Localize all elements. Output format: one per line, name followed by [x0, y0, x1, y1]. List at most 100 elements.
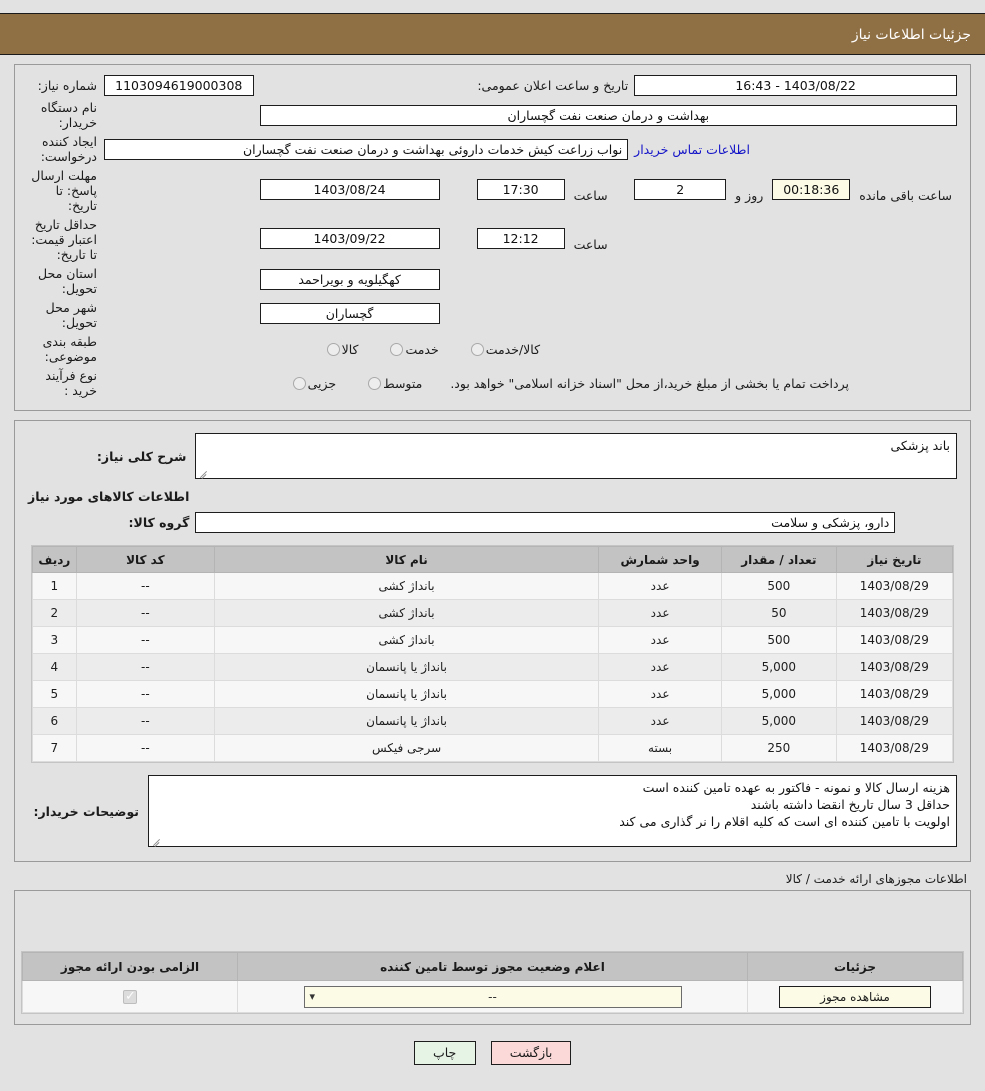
- deadline-hour-label: ساعت: [573, 187, 608, 203]
- category-option-0[interactable]: کالا: [325, 341, 359, 357]
- general-description-textarea[interactable]: باند پزشکی: [195, 433, 957, 479]
- table-row: 1403/08/29 500 عدد بانداژ کشی -- 1: [32, 572, 954, 600]
- cell-spacer-11: [101, 298, 257, 332]
- col-license-required: الزامی بودن ارائه مجوز: [22, 952, 238, 981]
- cell-goods-name: بانداژ یا پانسمان: [213, 653, 600, 681]
- chevron-down-icon: ▾: [309, 989, 316, 1003]
- row-province: کهگیلویه و بویراحمد استان محل تحویل:: [25, 264, 960, 298]
- goods-table-header-row: تاریخ نیاز تعداد / مقدار واحد شمارش نام …: [32, 546, 954, 573]
- days-label: روز و: [735, 187, 764, 203]
- cell-need-number-value: 1103094619000308: [101, 73, 257, 98]
- cell-goods-name: بانداژ کشی: [213, 626, 600, 654]
- cell-city-value: گچساران: [257, 298, 474, 332]
- buyer-notes-textarea[interactable]: هزینه ارسال کالا و نمونه - فاکتور به عهد…: [148, 775, 957, 847]
- cell-goods-group-value: دارو، پزشکی و سلامت: [192, 506, 960, 535]
- category-radio-1[interactable]: [390, 342, 404, 356]
- buyer-org-label: نام دستگاه خریدار:: [40, 100, 97, 130]
- table-row: 1403/08/29 50 عدد بانداژ کشی -- 2: [32, 599, 954, 627]
- announce-label: تاریخ و ساعت اعلان عمومی:: [477, 78, 629, 93]
- license-row: مشاهده مجوز ▾ --: [22, 980, 963, 1013]
- cell-row-index: 2: [32, 599, 77, 627]
- cell-deadline-date: 1403/08/24: [257, 166, 474, 215]
- cell-row-index: 6: [32, 707, 77, 735]
- row-general-desc: باند پزشکی شرح کلی نیاز:: [25, 431, 960, 481]
- cell-spacer-7: [474, 264, 632, 298]
- resize-handle-icon[interactable]: [198, 467, 208, 477]
- license-required-cell: [22, 980, 238, 1013]
- cell-spacer-2: [101, 98, 257, 132]
- process-option-0-label: جزیی: [307, 375, 337, 391]
- row-buyer-notes: هزینه ارسال کالا و نمونه - فاکتور به عهد…: [25, 773, 960, 849]
- remaining-label: ساعت باقی مانده: [859, 187, 952, 203]
- row-price-validity: ساعت 12:12 1403/09/22 حداقل تاریخ اعتبار…: [25, 215, 960, 264]
- cell-quantity: 5,000: [721, 653, 837, 681]
- cell-need-date: 1403/08/29: [835, 680, 954, 708]
- general-desc-label: شرح کلی نیاز:: [96, 448, 187, 464]
- cell-quantity: 5,000: [721, 680, 837, 708]
- cell-spacer-3: [101, 166, 257, 215]
- goods-table-head: تاریخ نیاز تعداد / مقدار واحد شمارش نام …: [32, 546, 954, 573]
- process-radio-0[interactable]: [292, 376, 306, 390]
- category-radio-0[interactable]: [326, 342, 340, 356]
- buyer-notes-form: هزینه ارسال کالا و نمونه - فاکتور به عهد…: [25, 773, 960, 849]
- category-option-1[interactable]: خدمت: [388, 342, 439, 357]
- cell-quantity: 500: [721, 626, 837, 654]
- process-option-0[interactable]: جزیی: [291, 375, 337, 391]
- cell-price-valid-time: ساعت 12:12: [474, 215, 632, 264]
- license-details-cell: مشاهده مجوز: [747, 980, 963, 1013]
- cell-unit: عدد: [598, 680, 722, 708]
- category-option-2-label: کالا/خدمت: [485, 341, 541, 357]
- cell-need-date: 1403/08/29: [835, 572, 954, 600]
- row-need-number: 1403/08/22 - 16:43 تاریخ و ساعت اعلان عم…: [25, 73, 960, 98]
- goods-group-label: گروه کالا:: [128, 515, 190, 530]
- process-option-1[interactable]: متوسط: [366, 376, 422, 391]
- need-number-field: 1103094619000308: [103, 75, 254, 96]
- deadline-date-field: 1403/08/24: [259, 178, 440, 200]
- process-label: نوع فرآیند خرید :: [45, 368, 97, 398]
- licenses-panel: جزئیات اعلام وضعیت مجوز توسط تامین کننده…: [14, 890, 971, 1025]
- license-required-checkbox[interactable]: [123, 989, 137, 1005]
- buyer-contact-link[interactable]: اطلاعات تماس خریدار: [634, 142, 750, 157]
- goods-info-title: اطلاعات کالاهای مورد نیاز: [28, 489, 190, 504]
- price-valid-time-field: 12:12: [476, 227, 565, 249]
- license-status-select[interactable]: ▾ --: [303, 985, 682, 1008]
- row-goods-title: اطلاعات کالاهای مورد نیاز: [25, 481, 960, 506]
- back-button[interactable]: بازگشت: [490, 1041, 572, 1065]
- cell-goods-title-spacer: [192, 481, 960, 506]
- licenses-table-wrapper: جزئیات اعلام وضعیت مجوز توسط تامین کننده…: [21, 951, 964, 1014]
- cell-announce-value: 1403/08/22 - 16:43: [631, 73, 960, 98]
- cell-spacer-1: [257, 73, 474, 98]
- requester-field: نواب زراعت کیش خدمات داروئی بهداشت و درم…: [103, 138, 629, 160]
- cell-spacer-4: [631, 215, 960, 264]
- resize-handle-icon-2[interactable]: [151, 835, 161, 845]
- price-valid-date-field: 1403/09/22: [259, 227, 440, 249]
- cell-goods-code: --: [75, 653, 215, 681]
- category-option-2[interactable]: کالا/خدمت: [469, 342, 540, 357]
- col-goods-code: کد کالا: [75, 546, 215, 573]
- row-category: کالا/خدمت خدمت کالا طبقه بندی موضوعی:: [25, 332, 960, 366]
- license-status-value: --: [488, 989, 497, 1004]
- category-option-0-label: کالا: [341, 341, 359, 357]
- table-row: 1403/08/29 5,000 عدد بانداژ یا پانسمان -- 4: [32, 653, 954, 681]
- cell-province-value: کهگیلویه و بویراحمد: [257, 264, 474, 298]
- cell-goods-name: بانداژ یا پانسمان: [213, 707, 600, 735]
- details-form: باند پزشکی شرح کلی نیاز: اطلاعات کالاهای…: [25, 431, 960, 535]
- cell-need-date: 1403/08/29: [835, 599, 954, 627]
- city-label: شهر محل تحویل:: [45, 300, 97, 330]
- view-license-button[interactable]: مشاهده مجوز: [779, 985, 931, 1008]
- cell-process-options: پرداخت تمام یا بخشی از مبلغ خرید،از محل …: [257, 366, 960, 400]
- licenses-caption: اطلاعات مجوزهای ارائه خدمت / کالا: [785, 872, 967, 886]
- cell-goods-name: بانداژ کشی: [213, 572, 600, 600]
- category-radio-2[interactable]: [470, 342, 484, 356]
- cell-requester-value: نواب زراعت کیش خدمات داروئی بهداشت و درم…: [101, 132, 631, 166]
- cell-quantity: 50: [721, 599, 837, 627]
- cell-deadline-time: ساعت 17:30: [474, 166, 632, 215]
- cell-contact-link: اطلاعات تماس خریدار: [631, 132, 960, 166]
- print-button[interactable]: چاپ: [413, 1041, 476, 1065]
- category-label: طبقه بندی موضوعی:: [42, 334, 97, 364]
- process-radio-1[interactable]: [368, 376, 382, 390]
- cell-spacer-12: [101, 332, 257, 366]
- col-quantity: تعداد / مقدار: [721, 546, 837, 573]
- cell-spacer-9: [631, 298, 960, 332]
- cell-unit: عدد: [598, 653, 722, 681]
